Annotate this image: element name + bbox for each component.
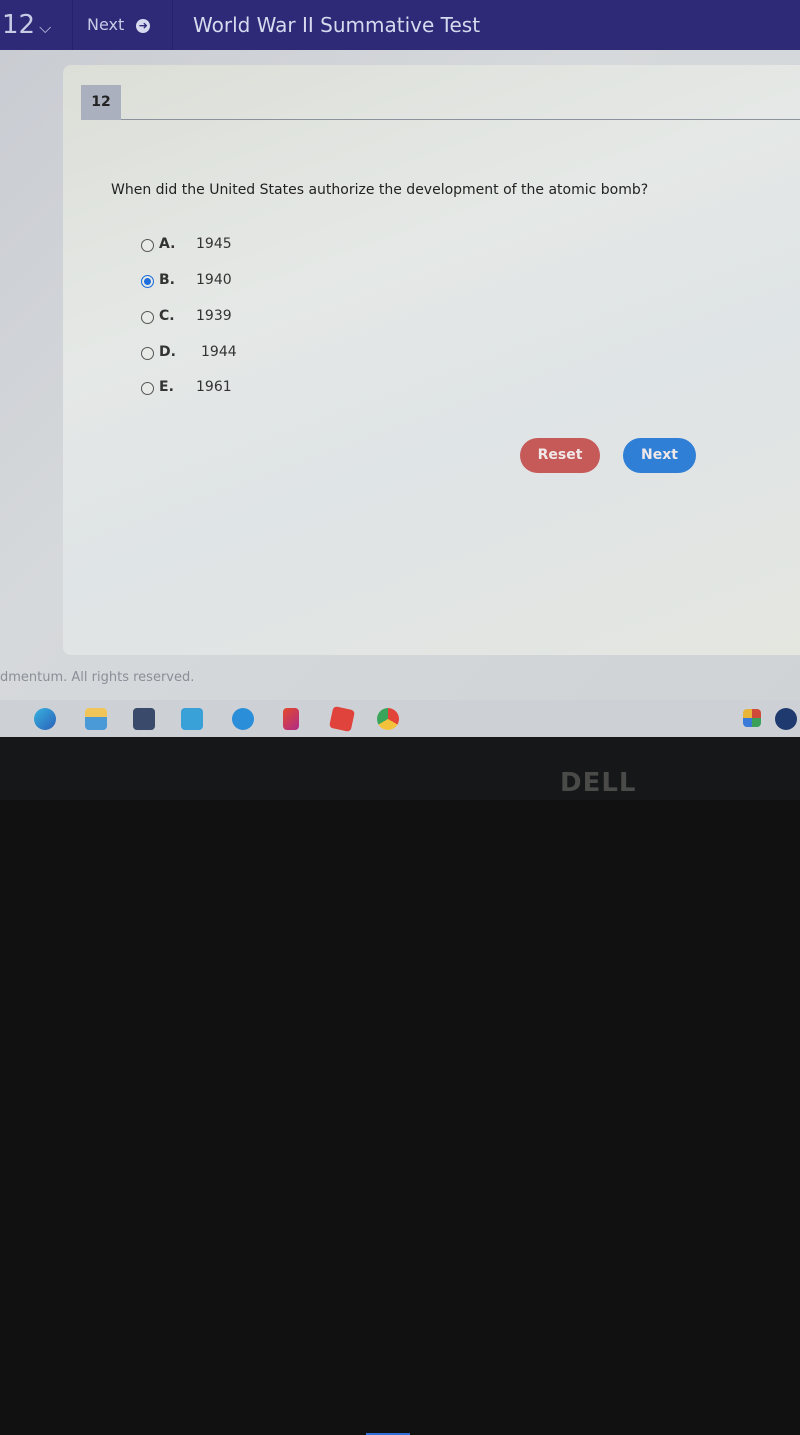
option-value: 1944 [201,344,237,360]
question-number: 12 [2,10,36,40]
divider [72,0,73,50]
radio-button[interactable] [141,347,154,360]
steam-icon[interactable] [775,708,797,730]
next-nav-button[interactable]: Next ➜ [87,15,151,34]
option-value: 1961 [196,379,232,395]
tool-icon[interactable] [232,708,254,730]
office-icon[interactable] [283,708,299,730]
option-letter: C. [159,308,175,324]
edge-icon[interactable] [34,708,56,730]
radio-button[interactable] [141,239,154,252]
radio-button-selected[interactable] [141,275,154,288]
file-explorer-icon[interactable] [85,708,107,730]
option-value: 1939 [196,308,232,324]
question-card: 12 When did the United States authorize … [63,65,800,655]
option-letter: D. [159,344,176,360]
brand-logo: DELL [560,768,637,798]
option-value: 1940 [196,272,232,288]
radio-button[interactable] [141,311,154,324]
page-area: 12 When did the United States authorize … [0,50,800,700]
top-nav-bar: 12 ⌵ Next ➜ World War II Summative Test [0,0,800,50]
arrow-circle-right-icon: ➜ [136,19,151,33]
chrome-icon[interactable] [377,708,399,730]
question-selector[interactable]: 12 ⌵ [2,10,51,40]
roblox-icon[interactable] [328,705,356,733]
option-letter: A. [159,236,176,252]
option-value: 1945 [196,236,232,252]
test-title: World War II Summative Test [193,13,481,37]
question-text: When did the United States authorize the… [111,182,649,198]
windows-apps-icon[interactable] [743,709,761,727]
reset-button[interactable]: Reset [520,438,600,473]
store-icon[interactable] [133,708,155,730]
divider [172,0,173,50]
option-letter: B. [159,272,175,288]
option-letter: E. [159,379,174,395]
laptop-bezel: DELL [0,737,800,800]
next-button[interactable]: Next [623,438,696,473]
copyright-text: dmentum. All rights reserved. [0,670,195,685]
mail-icon[interactable] [181,708,203,730]
next-nav-label: Next [87,15,125,34]
question-number-badge: 12 [81,85,121,120]
divider [121,119,800,120]
chevron-down-icon: ⌵ [39,18,52,37]
taskbar [0,700,800,1435]
radio-button[interactable] [141,382,154,395]
